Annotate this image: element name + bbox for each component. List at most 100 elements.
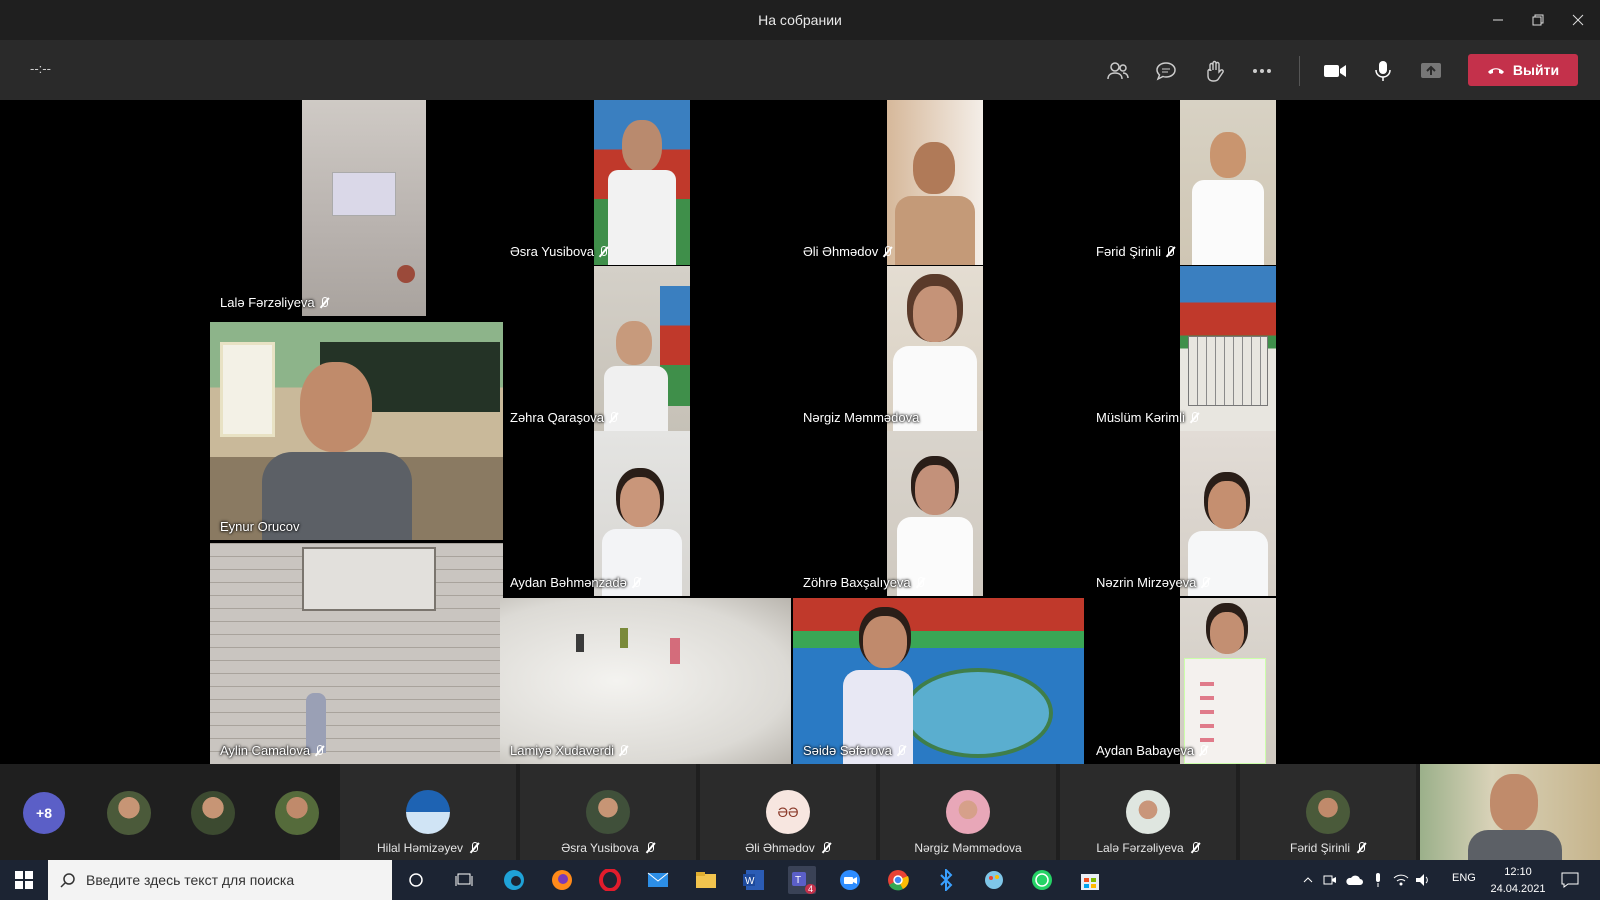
minimize-button[interactable] — [1484, 8, 1512, 32]
task-view-button[interactable] — [450, 866, 478, 894]
video-tile[interactable]: Nəzrin Mirzəyeva — [1086, 431, 1276, 596]
video-tile[interactable]: Lamiyə Xudaverdi — [500, 598, 791, 764]
bluetooth-taskbar-icon[interactable] — [932, 866, 960, 894]
action-center-button[interactable] — [1556, 866, 1584, 894]
video-tile[interactable]: Zöhrə Baxşalıyeva — [793, 431, 983, 596]
edge-taskbar-icon[interactable] — [500, 866, 528, 894]
video-tile[interactable]: Zəhra Qaraşova — [500, 266, 690, 431]
chat-button[interactable] — [1151, 56, 1181, 86]
video-tile[interactable]: Eynur Orucov — [210, 322, 503, 540]
participant-card[interactable]: ƏƏ Əli Əhmədov — [700, 764, 876, 860]
mic-off-icon — [645, 842, 655, 854]
mic-off-icon — [1189, 411, 1199, 424]
video-tile[interactable]: Müslüm Kərimli — [1086, 266, 1276, 431]
video-tile[interactable]: Səidə Səfərova — [793, 598, 1084, 764]
windows-logo-icon — [15, 871, 33, 889]
teams-taskbar-icon[interactable]: T 4 — [788, 866, 816, 894]
video-tile[interactable]: Nərgiz Məmmədova — [793, 266, 983, 431]
share-screen-button[interactable] — [1416, 56, 1446, 86]
volume-icon[interactable] — [1414, 866, 1432, 894]
close-icon — [1572, 14, 1584, 26]
cortana-button[interactable] — [402, 866, 430, 894]
whatsapp-taskbar-icon[interactable] — [1028, 866, 1056, 894]
raise-hand-button[interactable] — [1199, 56, 1229, 86]
mic-off-icon — [631, 576, 641, 589]
participant-card[interactable]: Hilal Həmizəyev — [340, 764, 516, 860]
tray-overflow-button[interactable] — [1300, 866, 1316, 894]
restore-icon — [1532, 14, 1544, 26]
search-placeholder: Введите здесь текст для поиска — [86, 872, 295, 888]
participant-card-name: Nərgiz Məmmədova — [914, 841, 1022, 855]
onedrive-icon[interactable] — [1344, 866, 1364, 894]
video-feed — [887, 100, 983, 265]
zoom-taskbar-icon[interactable] — [836, 866, 864, 894]
microphone-button[interactable] — [1368, 56, 1398, 86]
firefox-icon — [552, 870, 572, 890]
firefox-taskbar-icon[interactable] — [548, 866, 576, 894]
start-button[interactable] — [10, 866, 38, 894]
cloud-icon — [1346, 875, 1363, 885]
video-tile[interactable]: Aydan Babayeva — [1086, 598, 1276, 764]
video-camera-icon — [1324, 65, 1346, 77]
opera-taskbar-icon[interactable] — [596, 866, 624, 894]
participant-card[interactable]: Nərgiz Məmmədova — [880, 764, 1056, 860]
more-icon — [1253, 69, 1271, 73]
title-bar: На собрании — [0, 0, 1600, 40]
clock[interactable]: 12:10 24.04.2021 — [1488, 864, 1548, 898]
app-taskbar-icon[interactable] — [980, 866, 1008, 894]
video-tile[interactable]: Lalə Fərzəliyeva — [210, 100, 497, 316]
mail-taskbar-icon[interactable] — [644, 866, 672, 894]
mic-off-icon — [618, 744, 628, 757]
chrome-icon — [888, 870, 909, 891]
avatar-initials: ƏƏ — [766, 790, 810, 834]
leave-button[interactable]: Выйти — [1468, 54, 1578, 86]
video-tile[interactable]: Fərid Şirinli — [1086, 100, 1276, 265]
store-taskbar-icon[interactable] — [1076, 866, 1104, 894]
windows-taskbar: Введите здесь текст для поиска W T 4 ENG… — [0, 860, 1600, 900]
svg-text:T: T — [795, 875, 801, 886]
video-tile[interactable]: Əsra Yusibova — [500, 100, 690, 265]
teams-notification-badge: 4 — [804, 884, 816, 894]
video-tile[interactable]: Əli Əhmədov — [793, 100, 983, 265]
input-language[interactable]: ENG — [1452, 872, 1476, 884]
restore-button[interactable] — [1524, 8, 1552, 32]
participant-card[interactable]: Əsra Yusibova — [520, 764, 696, 860]
chrome-taskbar-icon[interactable] — [884, 866, 912, 894]
participant-card[interactable]: Fərid Şirinli — [1240, 764, 1416, 860]
more-participants-button[interactable]: +8 — [23, 792, 65, 834]
mic-off-icon — [1356, 842, 1366, 854]
participant-name-label: Aylin Camalova — [220, 743, 324, 758]
close-button[interactable] — [1564, 8, 1592, 32]
opera-icon — [599, 869, 621, 891]
network-icon[interactable] — [1392, 866, 1410, 894]
participants-button[interactable] — [1103, 56, 1133, 86]
taskbar-search[interactable]: Введите здесь текст для поиска — [48, 860, 392, 900]
more-actions-button[interactable] — [1247, 56, 1277, 86]
video-feed — [887, 266, 983, 431]
explorer-taskbar-icon[interactable] — [692, 866, 720, 894]
whatsapp-icon — [1032, 870, 1052, 890]
meeting-timer: --:-- — [30, 61, 51, 76]
avatar[interactable] — [191, 791, 235, 835]
task-view-icon — [455, 873, 473, 886]
participant-card[interactable]: Lalə Fərzəliyeva — [1060, 764, 1236, 860]
video-tile[interactable]: Aydan Bəhmənzadə — [500, 431, 690, 596]
mic-off-icon — [1200, 576, 1210, 589]
cortana-icon — [409, 873, 423, 887]
camera-button[interactable] — [1320, 56, 1350, 86]
mic-off-icon — [1165, 245, 1175, 258]
share-screen-icon — [1421, 63, 1441, 78]
participant-name-label: Zəhra Qaraşova — [510, 410, 618, 425]
mic-tray-icon[interactable] — [1370, 866, 1386, 894]
hand-icon — [1207, 60, 1224, 82]
avatar[interactable] — [275, 791, 319, 835]
avatar[interactable] — [107, 791, 151, 835]
mail-icon — [647, 872, 669, 887]
mic-off-icon — [882, 245, 892, 258]
toolbar-divider — [1299, 56, 1300, 86]
video-tile[interactable]: Aylin Camalova — [210, 543, 503, 764]
word-taskbar-icon[interactable]: W — [740, 866, 768, 894]
meet-now-icon[interactable] — [1322, 866, 1338, 894]
participant-name-label: Müslüm Kərimli — [1096, 410, 1199, 425]
participant-name-label: Lamiyə Xudaverdi — [510, 743, 628, 758]
